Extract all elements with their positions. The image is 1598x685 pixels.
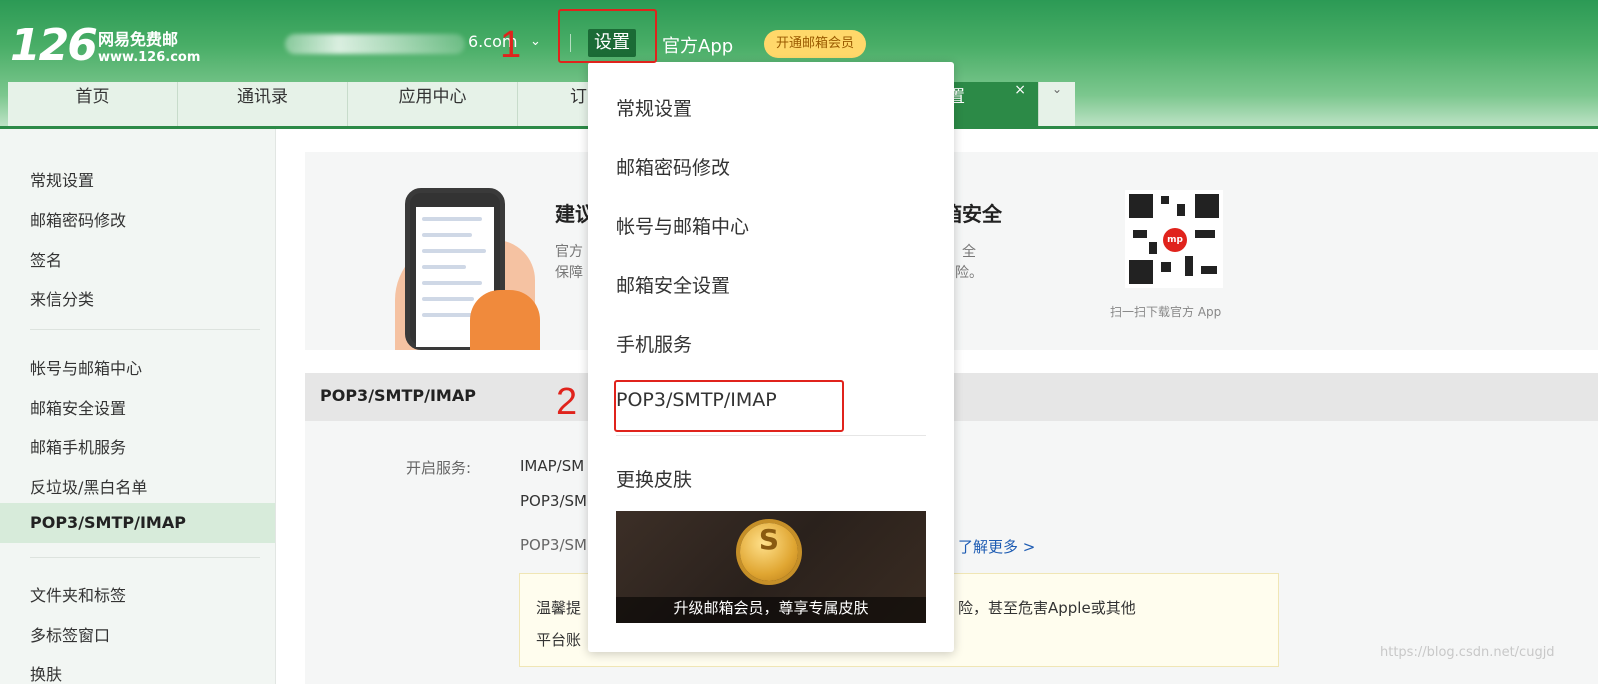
banner-sub-left-2: 保障	[555, 265, 583, 281]
tab-more-chevron-icon[interactable]: ⌄	[1038, 82, 1075, 126]
sidebar-item-general[interactable]: 常规设置	[30, 167, 94, 191]
menu-item-password[interactable]: 邮箱密码修改	[616, 153, 730, 180]
menu-item-general[interactable]: 常规设置	[616, 94, 692, 121]
section-title: POP3/SMTP/IMAP	[320, 386, 476, 405]
sleeve-illustration	[470, 290, 540, 350]
annotation-step-2: 2	[556, 381, 578, 423]
sidebar-item-folders[interactable]: 文件夹和标签	[30, 582, 126, 606]
vip-skin-promo[interactable]: S 升级邮箱会员，尊享专属皮肤	[616, 511, 926, 623]
qr-code-icon: mp	[1125, 190, 1223, 288]
service-pop3-info: POP3/SM	[520, 536, 587, 554]
tab-home[interactable]: 首页	[8, 82, 178, 126]
settings-sidebar: 常规设置 邮箱密码修改 签名 来信分类 帐号与邮箱中心 邮箱安全设置 邮箱手机服…	[0, 129, 276, 684]
menu-item-skin[interactable]: 更换皮肤	[616, 465, 692, 492]
banner-sub-right-2: 险。	[955, 265, 983, 281]
vip-coin-icon: S	[740, 523, 798, 581]
tab-app-center[interactable]: 应用中心	[348, 82, 518, 126]
promo-caption: 升级邮箱会员，尊享专属皮肤	[616, 597, 926, 623]
tab-settings-active[interactable]: 置 ×	[948, 82, 1038, 126]
qr-caption: 扫一扫下载官方 App	[1110, 305, 1222, 319]
sidebar-item-spam[interactable]: 反垃圾/黑白名单	[30, 474, 147, 498]
service-imap: IMAP/SM	[520, 457, 585, 475]
annotation-box-settings	[558, 9, 657, 63]
sidebar-item-pop3[interactable]: POP3/SMTP/IMAP	[30, 513, 186, 532]
service-pop3: POP3/SM	[520, 492, 587, 510]
menu-item-mobile-service[interactable]: 手机服务	[616, 330, 692, 357]
sidebar-divider	[30, 329, 260, 330]
sidebar-item-signature[interactable]: 签名	[30, 247, 62, 271]
sidebar-divider	[30, 557, 260, 558]
close-icon[interactable]: ×	[1014, 82, 1026, 98]
tip-line1-left: 温馨提	[536, 599, 582, 617]
logo-url: www.126.com	[98, 50, 201, 65]
annotation-step-1: 1	[500, 24, 522, 66]
banner-sub-left-1: 官方	[555, 244, 583, 260]
tip-line2-left: 平台账	[536, 631, 582, 649]
logo-number[interactable]: 126	[10, 20, 98, 71]
sidebar-item-multi-tab[interactable]: 多标签窗口	[30, 622, 110, 646]
tip-line1-right: 险，甚至危害Apple或其他	[958, 599, 1136, 617]
sidebar-item-skin[interactable]: 换肤	[30, 661, 62, 685]
tab-contacts[interactable]: 通讯录	[178, 82, 348, 126]
learn-more-link[interactable]: 了解更多 >	[958, 536, 1035, 557]
annotation-box-pop3	[614, 380, 844, 432]
menu-item-account-center[interactable]: 帐号与邮箱中心	[616, 212, 749, 239]
banner-sub-right-1: 全	[962, 244, 976, 260]
sidebar-item-account-center[interactable]: 帐号与邮箱中心	[30, 355, 142, 379]
sidebar-item-security[interactable]: 邮箱安全设置	[30, 395, 126, 419]
official-app-link[interactable]: 官方App	[662, 32, 733, 58]
menu-divider	[616, 435, 926, 436]
service-label: 开启服务:	[406, 459, 472, 477]
menu-item-security[interactable]: 邮箱安全设置	[616, 271, 730, 298]
logo-name: 网易免费邮	[98, 30, 179, 49]
vip-button[interactable]: 开通邮箱会员	[764, 30, 867, 58]
sidebar-item-mobile-service[interactable]: 邮箱手机服务	[30, 434, 126, 458]
sidebar-item-password[interactable]: 邮箱密码修改	[30, 207, 126, 231]
sidebar-item-mail-filter[interactable]: 来信分类	[30, 286, 94, 310]
account-name-blurred[interactable]	[285, 34, 465, 54]
app-logo-icon: mp	[1163, 228, 1187, 252]
watermark: https://blog.csdn.net/cugjd	[1380, 645, 1555, 660]
chevron-down-icon[interactable]: ⌄	[530, 34, 541, 49]
